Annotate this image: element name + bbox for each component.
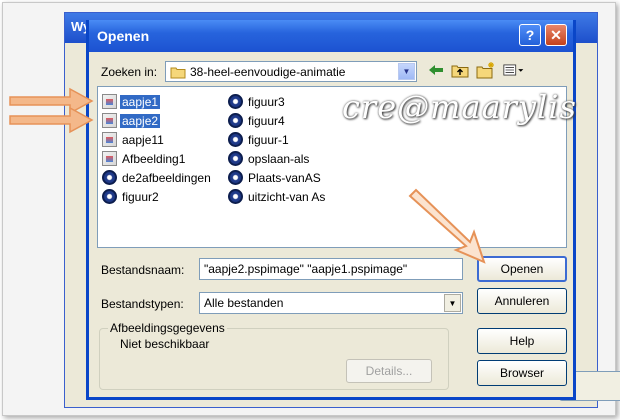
lookin-label: Zoeken in: bbox=[101, 65, 158, 79]
image-info-title: Afbeeldingsgegevens bbox=[108, 321, 227, 335]
file-item[interactable]: Afbeelding1 bbox=[102, 150, 187, 167]
animation-file-icon bbox=[228, 151, 243, 166]
file-item[interactable]: Plaats-vanAS bbox=[228, 169, 323, 186]
file-item[interactable]: figuur3 bbox=[228, 93, 287, 110]
image-file-icon bbox=[102, 94, 117, 109]
close-button[interactable]: ✕ bbox=[545, 24, 567, 46]
animation-file-icon bbox=[228, 189, 243, 204]
open-button[interactable]: Openen bbox=[477, 256, 567, 282]
dialog-titlebar: Openen ? ✕ bbox=[89, 20, 573, 52]
file-item[interactable]: aapje1 bbox=[102, 93, 161, 110]
filename-input[interactable]: "aapje2.pspimage" "aapje1.pspimage" bbox=[199, 258, 463, 280]
image-file-icon bbox=[102, 132, 117, 147]
animation-file-icon bbox=[228, 132, 243, 147]
animation-file-icon bbox=[102, 170, 117, 185]
file-item[interactable]: aapje11 bbox=[102, 131, 166, 148]
up-folder-icon[interactable] bbox=[449, 60, 471, 80]
details-button: Details... bbox=[346, 359, 432, 383]
image-info-group: Afbeeldingsgegevens Niet beschikbaar Det… bbox=[99, 321, 449, 390]
animation-file-icon bbox=[228, 94, 243, 109]
help-title-button[interactable]: ? bbox=[519, 24, 541, 46]
cancel-button[interactable]: Annuleren bbox=[477, 288, 567, 314]
help-button[interactable]: Help bbox=[477, 328, 567, 354]
chevron-down-icon[interactable]: ▼ bbox=[444, 294, 461, 312]
watermark-text: cre@maarylis bbox=[342, 88, 577, 126]
file-item[interactable]: opslaan-als bbox=[228, 150, 311, 167]
image-file-icon bbox=[102, 113, 117, 128]
file-item[interactable]: figuur2 bbox=[102, 188, 161, 205]
file-item[interactable]: figuur-1 bbox=[228, 131, 291, 148]
file-item[interactable]: figuur4 bbox=[228, 112, 287, 129]
animation-file-icon bbox=[228, 113, 243, 128]
view-menu-icon[interactable] bbox=[503, 60, 525, 80]
browser-button[interactable]: Browser bbox=[477, 360, 567, 386]
image-file-icon bbox=[102, 151, 117, 166]
filetype-value: Alle bestanden bbox=[204, 296, 284, 310]
file-item[interactable]: uitzicht-van As bbox=[228, 188, 327, 205]
back-arrow-icon[interactable] bbox=[425, 60, 447, 80]
animation-file-icon bbox=[228, 170, 243, 185]
lookin-dropdown[interactable]: 38-heel-eenvoudige-animatie ▼ bbox=[165, 61, 417, 82]
file-item[interactable]: de2afbeeldingen bbox=[102, 169, 213, 186]
open-dialog: Openen ? ✕ Zoeken in: 38-heel-eenvoudige… bbox=[86, 20, 576, 400]
filename-label: Bestandsnaam: bbox=[101, 263, 185, 277]
chevron-down-icon[interactable]: ▼ bbox=[398, 63, 415, 80]
folder-icon bbox=[170, 67, 186, 79]
image-info-status: Niet beschikbaar bbox=[120, 337, 210, 351]
dialog-title: Openen bbox=[97, 28, 150, 44]
animation-file-icon bbox=[102, 189, 117, 204]
filetype-label: Bestandstypen: bbox=[101, 297, 184, 311]
file-item[interactable]: aapje2 bbox=[102, 112, 161, 129]
lookin-value: 38-heel-eenvoudige-animatie bbox=[190, 65, 346, 79]
new-folder-icon[interactable] bbox=[475, 60, 497, 80]
filetype-dropdown[interactable]: Alle bestanden ▼ bbox=[199, 292, 463, 314]
